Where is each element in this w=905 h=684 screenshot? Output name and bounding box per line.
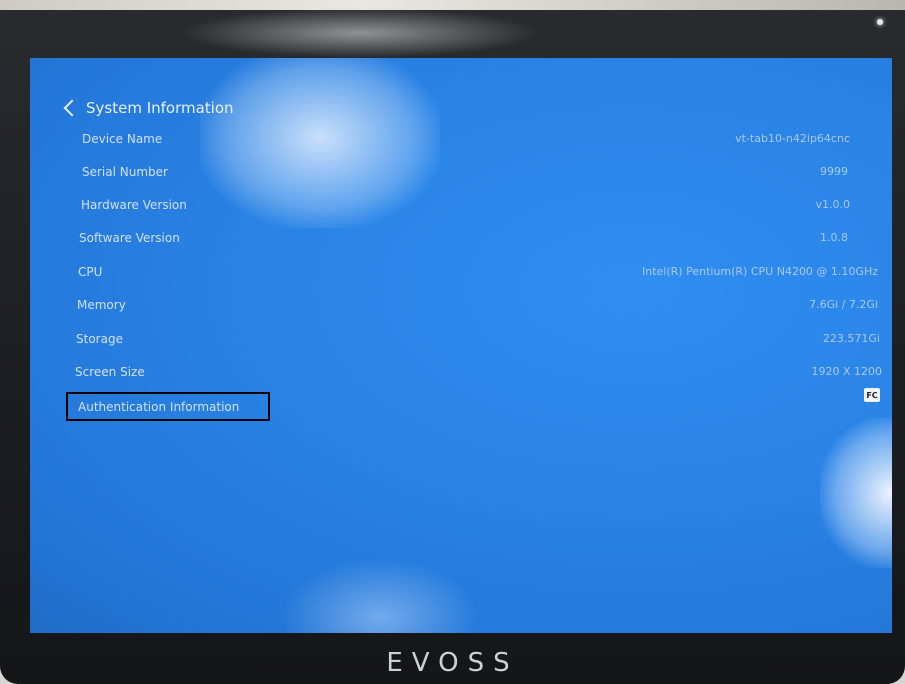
memory-value: 7.6Gi / 7.2Gi [809,298,878,311]
tablet-screen: System Information Device Name vt-tab10-… [30,58,892,633]
screen-size-value: 1920 X 1200 [811,365,882,378]
fcc-certification-icon: FC [864,388,880,402]
cpu-value: Intel(R) Pentium(R) CPU N4200 @ 1.10GHz [642,265,878,278]
screen-size-label: Screen Size [75,365,145,379]
glare-reflection [820,418,892,568]
cpu-label: CPU [78,265,103,279]
serial-number-label: Serial Number [82,165,168,179]
device-name-label: Device Name [82,132,163,146]
camera-icon [877,19,883,25]
glare-reflection [180,8,540,58]
device-name-value: vt-tab10-n42ip64cnc [735,132,850,145]
serial-number-value: 9999 [820,165,848,178]
page-title: System Information [86,99,234,117]
hardware-version-label: Hardware Version [81,198,187,212]
glare-reflection [200,58,440,228]
tablet-device: System Information Device Name vt-tab10-… [0,0,905,684]
glare-reflection [280,558,480,633]
brand-logo: EVOSS [386,648,519,678]
software-version-value: 1.0.8 [820,231,848,244]
storage-value: 223.571Gi [822,332,880,345]
hardware-version-value: v1.0.0 [815,198,851,211]
memory-label: Memory [77,298,126,312]
chevron-left-icon[interactable] [63,99,81,117]
authentication-information-label[interactable]: Authentication Information [78,400,239,414]
software-version-label: Software Version [79,231,180,245]
storage-label: Storage [76,332,123,346]
back-navigation[interactable]: System Information [62,96,234,120]
authentication-information-item[interactable]: Authentication Information [66,392,270,421]
